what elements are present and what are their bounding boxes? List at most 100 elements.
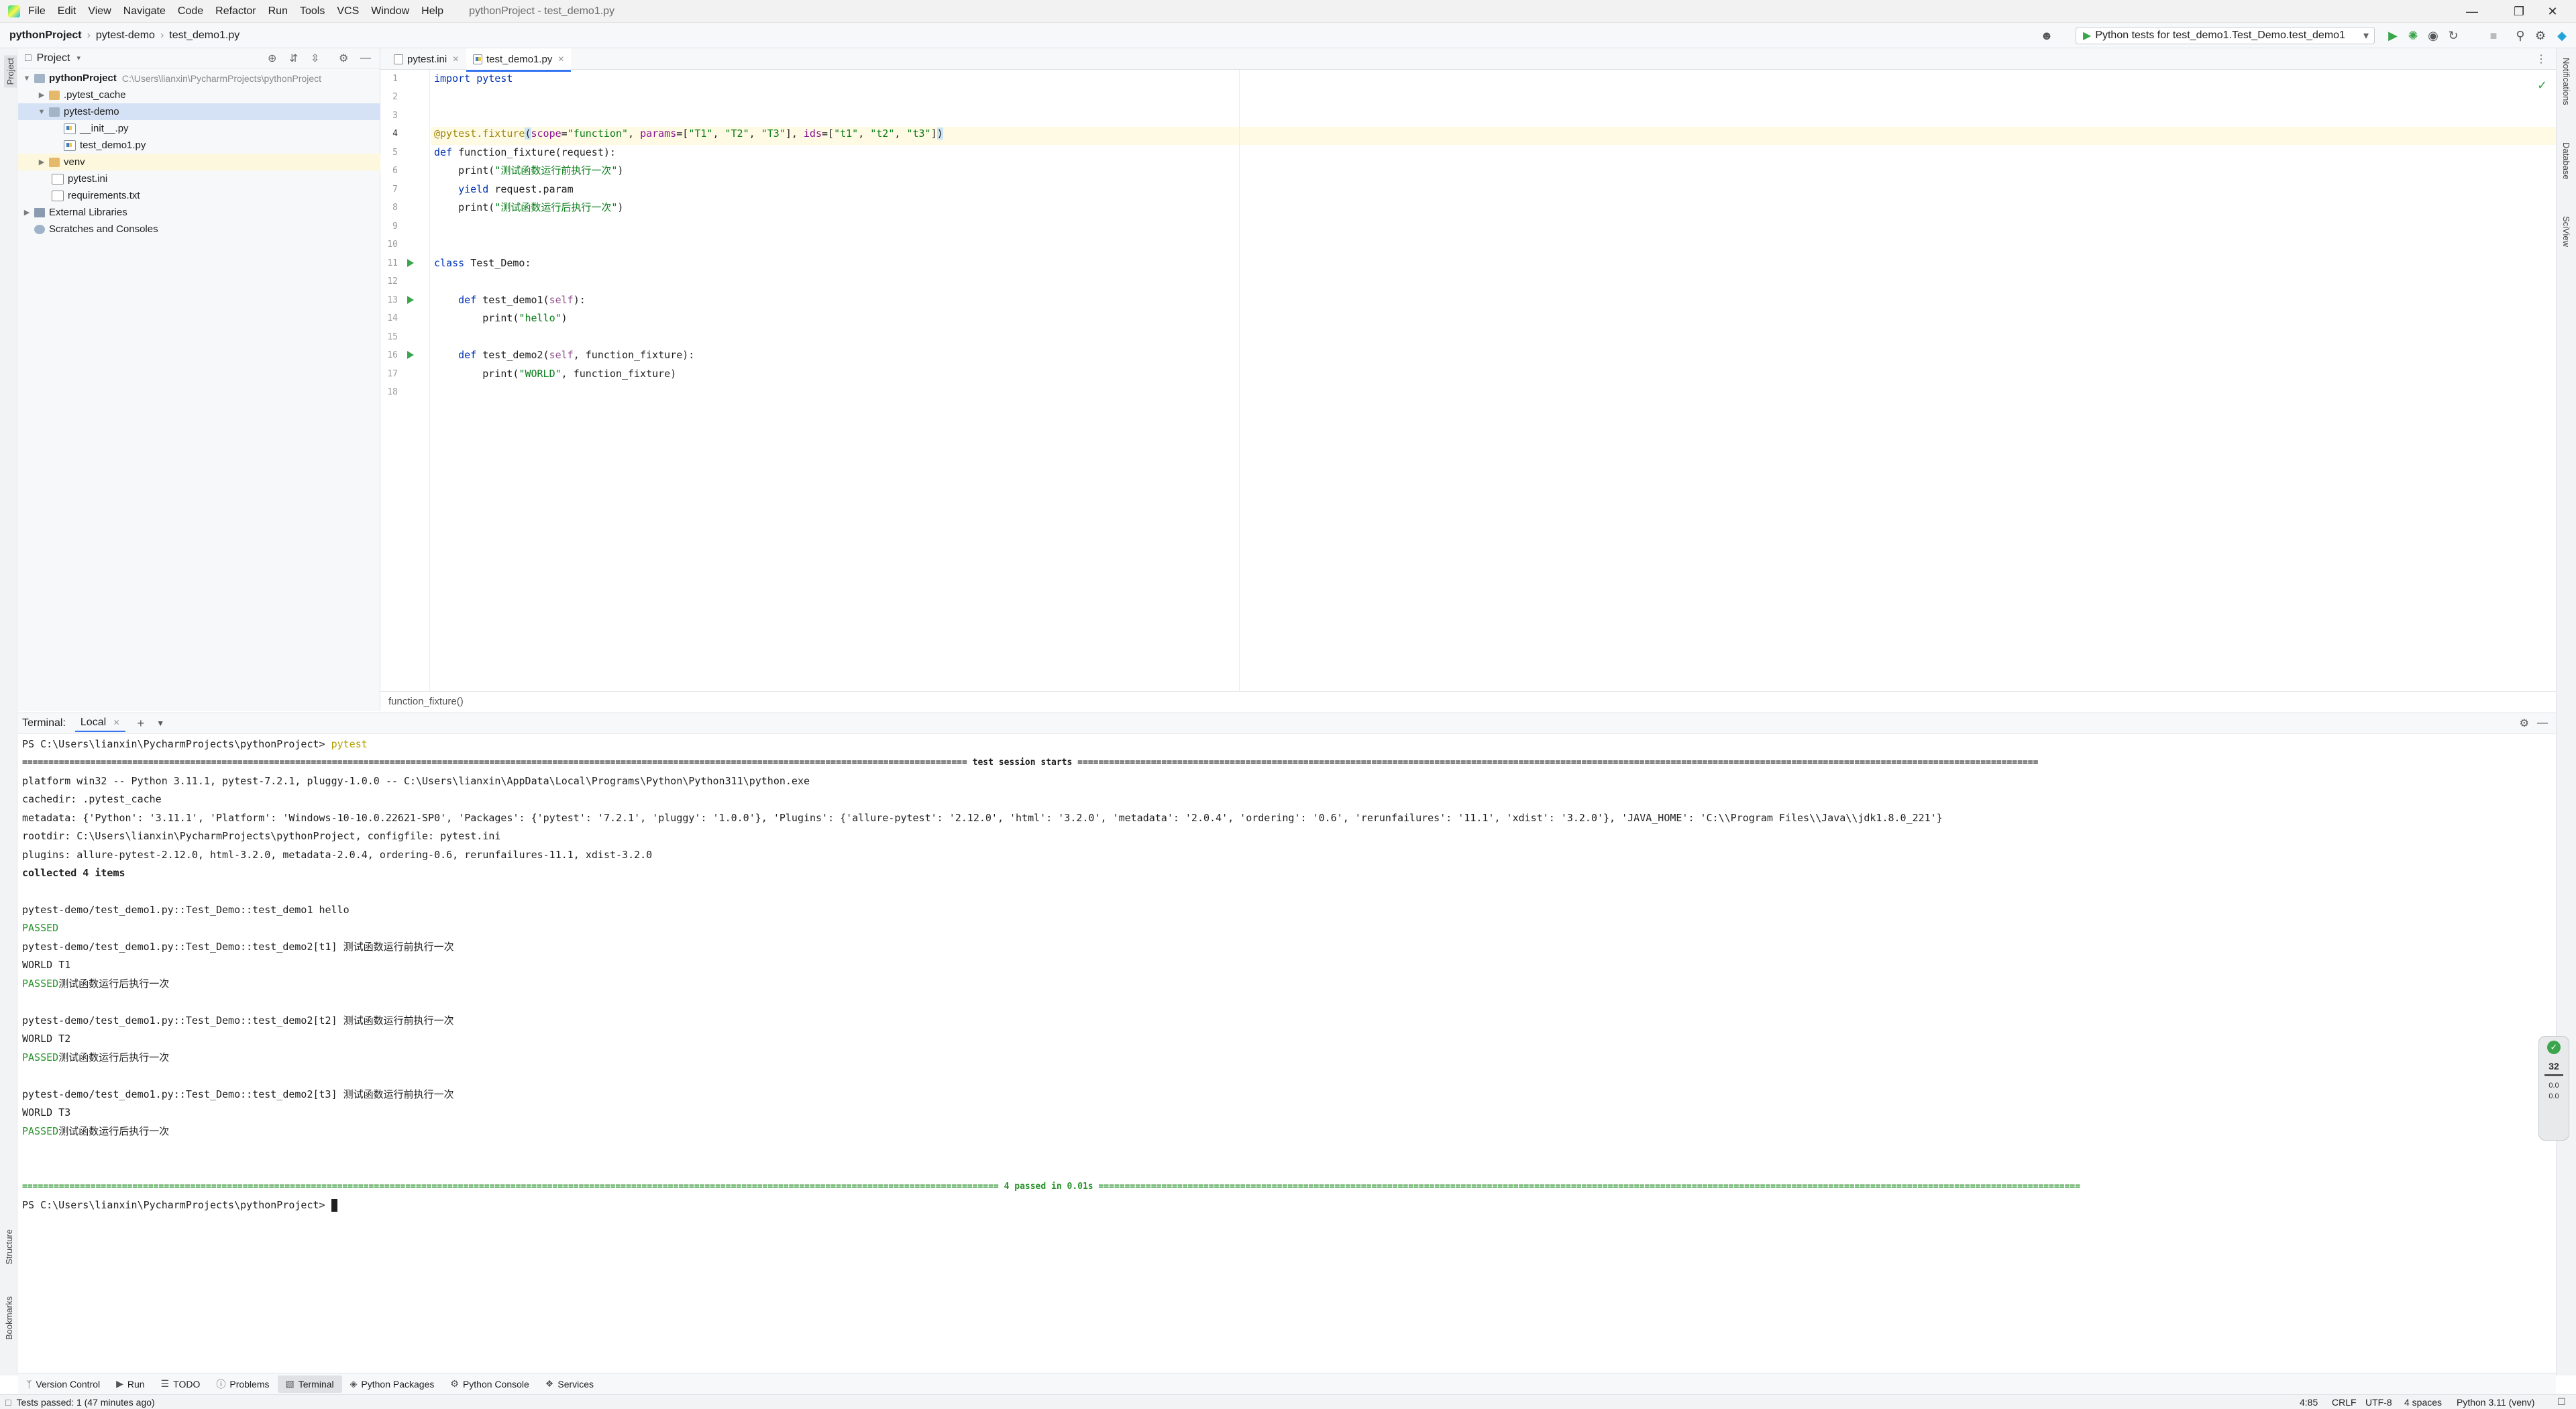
tab-python-console[interactable]: ⚙ Python Console	[442, 1375, 537, 1393]
user-icon[interactable]: ☻	[2039, 28, 2054, 43]
menu-code[interactable]: Code	[178, 5, 203, 17]
terminal-tab-local[interactable]: Local ✕	[74, 715, 125, 732]
project-view-dropdown[interactable]: Project	[37, 52, 70, 64]
menu-view[interactable]: View	[88, 5, 111, 17]
tab-test-demo1[interactable]: test_demo1.py ✕	[466, 48, 572, 72]
menu-refactor[interactable]: Refactor	[215, 5, 256, 17]
debug-icon[interactable]: ✺	[2406, 28, 2420, 43]
terminal-text: 测试函数运行后执行一次	[58, 1051, 170, 1063]
tab-python-packages[interactable]: ◈ Python Packages	[342, 1375, 443, 1393]
add-tab-icon[interactable]: +	[138, 717, 145, 731]
file-encoding[interactable]: UTF-8	[2365, 1397, 2392, 1408]
editor-breadcrumb-bar: function_fixture()	[380, 691, 2556, 711]
profile-icon[interactable]: ↻	[2446, 28, 2461, 43]
indent-setting[interactable]: 4 spaces	[2404, 1397, 2442, 1408]
line-separator[interactable]: CRLF	[2332, 1397, 2357, 1408]
gear-icon[interactable]: ⚙	[2533, 28, 2548, 43]
code-line-13: def test_demo1(self):	[434, 291, 586, 309]
stop-icon[interactable]: ■	[2486, 28, 2501, 43]
collapse-all-icon[interactable]: ⇳	[311, 52, 319, 65]
minimize-icon[interactable]: —	[2449, 0, 2496, 23]
code-self: self	[549, 294, 574, 306]
caret-position[interactable]: 4:85	[2300, 1397, 2318, 1408]
python-icon: ⚙	[450, 1378, 459, 1389]
tree-item-external-libraries[interactable]: ▶ External Libraries	[18, 204, 384, 221]
menu-navigate[interactable]: Navigate	[123, 5, 166, 17]
tree-item-root[interactable]: ▼ pythonProject C:\Users\lianxin\Pycharm…	[18, 70, 384, 87]
terminal-command: pytest	[331, 738, 368, 750]
folder-icon	[34, 73, 45, 83]
run-test-icon[interactable]	[407, 296, 414, 304]
tree-item-venv[interactable]: ▶ venv	[18, 154, 399, 170]
breadcrumb-file[interactable]: test_demo1.py	[169, 30, 239, 42]
tab-problems[interactable]: ⓘ Problems	[208, 1375, 277, 1393]
ini-file-icon	[52, 173, 64, 185]
hide-panel-icon[interactable]: —	[2537, 717, 2548, 729]
expand-all-icon[interactable]: ⇵	[289, 52, 298, 65]
tab-terminal[interactable]: ▧ Terminal	[277, 1375, 342, 1393]
breadcrumb-project[interactable]: pythonProject	[9, 30, 82, 42]
status-bar: □ Tests passed: 1 (47 minutes ago) 4:85 …	[0, 1394, 2576, 1409]
sciview-tool-window-button[interactable]: SciView	[2561, 216, 2571, 247]
python-interpreter[interactable]: Python 3.11 (venv)	[2457, 1397, 2534, 1408]
database-tool-window-button[interactable]: Database	[2561, 142, 2571, 180]
gear-icon[interactable]: ⚙	[339, 52, 348, 65]
close-icon[interactable]: ✕	[557, 54, 564, 64]
locate-icon[interactable]: ⊕	[268, 52, 276, 65]
memory-indicator[interactable]: ✓ 32 0.0 0.0	[2538, 1036, 2569, 1141]
menu-help[interactable]: Help	[421, 5, 443, 17]
close-icon[interactable]: ✕	[452, 54, 459, 64]
tab-run[interactable]: ▶ Run	[108, 1375, 152, 1393]
run-class-icon[interactable]	[407, 259, 414, 267]
tree-item-requirements[interactable]: requirements.txt	[18, 187, 411, 204]
gear-icon[interactable]: ⚙	[2520, 717, 2529, 730]
code-line-4: @pytest.fixture(scope="function", params…	[434, 127, 943, 140]
bookmarks-tool-window-button[interactable]: Bookmarks	[4, 1296, 14, 1340]
jetbrains-ai-icon[interactable]: ◆	[2555, 28, 2569, 43]
no-problems-check-icon[interactable]: ✓	[2537, 79, 2547, 93]
menu-file[interactable]: File	[28, 5, 46, 17]
run-test-icon[interactable]	[407, 351, 414, 359]
status-message[interactable]: Tests passed: 1 (47 minutes ago)	[16, 1397, 154, 1408]
tab-version-control[interactable]: ᛉ Version Control	[18, 1375, 108, 1393]
menu-tools[interactable]: Tools	[300, 5, 325, 17]
chevron-down-icon[interactable]: ▼	[156, 719, 164, 728]
tab-services[interactable]: ❖ Services	[537, 1375, 602, 1393]
lock-icon[interactable]: ☐	[2557, 1396, 2566, 1408]
close-icon[interactable]: ✕	[113, 718, 120, 727]
menu-vcs[interactable]: VCS	[337, 5, 359, 17]
menu-window[interactable]: Window	[371, 5, 409, 17]
tree-item-pytest-demo[interactable]: ▼ pytest-demo	[18, 103, 399, 120]
close-icon[interactable]: ✕	[2529, 0, 2576, 23]
tree-item-pytest-cache[interactable]: ▶ .pytest_cache	[18, 87, 399, 103]
tab-todo[interactable]: ☰ TODO	[153, 1375, 209, 1393]
structure-tool-window-button[interactable]: Structure	[4, 1229, 14, 1265]
menu-run[interactable]: Run	[268, 5, 288, 17]
breadcrumb-folder[interactable]: pytest-demo	[96, 30, 155, 42]
coverage-icon[interactable]: ◉	[2426, 28, 2440, 43]
code-editor[interactable]: import pytest @pytest.fixture(scope="fun…	[431, 70, 2556, 691]
terminal-line: PS C:\Users\lianxin\PycharmProjects\pyth…	[22, 735, 368, 753]
terminal-tab-label: Local	[80, 717, 107, 728]
tree-item-scratches[interactable]: Scratches and Consoles	[18, 221, 394, 238]
terminal-output[interactable]: PS C:\Users\lianxin\PycharmProjects\pyth…	[18, 734, 2556, 1373]
notifications-tool-window-button[interactable]: Notifications	[2561, 58, 2571, 105]
project-tool-window-button[interactable]: Project	[4, 55, 17, 88]
window-title: pythonProject - test_demo1.py	[469, 5, 615, 17]
tree-item-test-demo1[interactable]: test_demo1.py	[18, 137, 423, 154]
run-config-dropdown[interactable]: ▶ Python tests for test_demo1.Test_Demo.…	[2076, 27, 2375, 44]
search-icon[interactable]: ⚲	[2513, 28, 2528, 43]
tree-item-label: pytest-demo	[64, 106, 119, 117]
terminal-passed: PASSED	[22, 922, 59, 934]
tree-item-init-py[interactable]: __init__.py	[18, 120, 423, 137]
more-options-icon[interactable]: ⋮	[2536, 52, 2546, 66]
tab-pytest-ini[interactable]: pytest.ini ✕	[387, 48, 466, 70]
menu-edit[interactable]: Edit	[58, 5, 76, 17]
editor-breadcrumb[interactable]: function_fixture()	[388, 696, 464, 707]
tree-item-pytest-ini[interactable]: pytest.ini	[18, 170, 411, 187]
hide-panel-icon[interactable]: —	[360, 52, 371, 64]
run-icon[interactable]: ▶	[2385, 28, 2400, 43]
code-decorator: @pytest.fixture	[434, 127, 525, 140]
code-string: "hello"	[519, 312, 561, 324]
library-icon	[34, 207, 45, 217]
